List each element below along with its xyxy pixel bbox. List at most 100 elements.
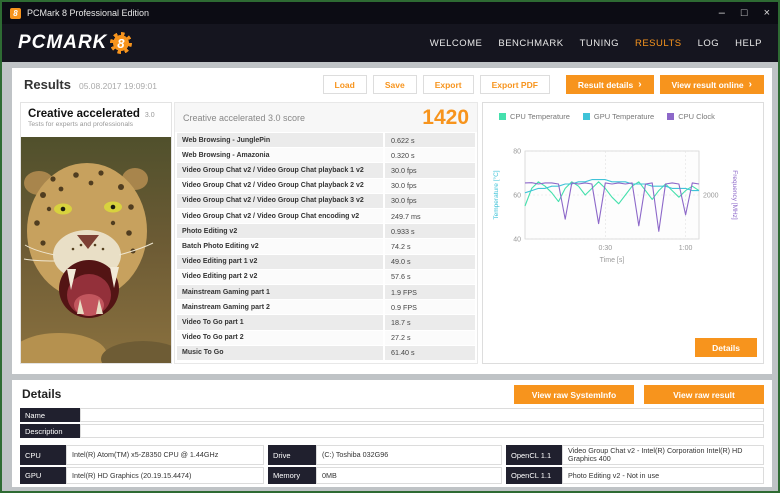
- page-title: Results: [24, 77, 71, 92]
- table-row: Video Group Chat v2 / Video Group Chat p…: [177, 178, 475, 193]
- cpu-row: CPU Intel(R) Atom(TM) x5-Z8350 CPU @ 1.4…: [20, 445, 764, 465]
- table-row: Video Group Chat v2 / Video Group Chat p…: [177, 163, 475, 178]
- test-name: Video Group Chat v2 / Video Group Chat p…: [182, 167, 364, 174]
- test-result: 27.2 s: [383, 330, 475, 345]
- results-toolbar: Load Save Export Export PDF Result detai…: [322, 75, 764, 94]
- table-row: Mainstream Gaming part 2 0.9 FPS: [177, 300, 475, 315]
- monitoring-card: CPU Temperature GPU Temperature CPU Cloc…: [482, 102, 764, 364]
- test-name: Video Group Chat v2 / Video Group Chat e…: [182, 212, 360, 220]
- test-result: 18.7 s: [383, 315, 475, 330]
- table-row: Music To Go 61.40 s: [177, 345, 475, 361]
- test-result: 0.320 s: [383, 148, 475, 163]
- result-timestamp: 05.08.2017 19:09:01: [78, 81, 157, 91]
- memory-value: 0MB: [316, 467, 502, 484]
- chevron-right-icon: ›: [748, 79, 752, 90]
- table-row: Video Editing part 2 v2 57.6 s: [177, 269, 475, 285]
- table-row: Video To Go part 1 18.7 s: [177, 315, 475, 330]
- table-row: Batch Photo Editing v2 74.2 s: [177, 239, 475, 254]
- minimize-icon[interactable]: –: [719, 7, 725, 19]
- nav-item-help[interactable]: HELP: [735, 38, 762, 49]
- leopard-image: [21, 137, 171, 363]
- opencl2-label: OpenCL 1.1: [506, 467, 562, 484]
- view-result-online-button[interactable]: View result online ›: [659, 75, 764, 94]
- score-card: Creative accelerated 3.0 score 1420 Web …: [174, 102, 478, 364]
- score-title: Creative accelerated 3.0 score: [183, 112, 306, 123]
- test-name: Batch Photo Editing v2: [182, 243, 259, 251]
- test-card: Creative accelerated 3.0 Tests for exper…: [20, 102, 172, 364]
- drive-label: Drive: [268, 445, 316, 465]
- test-result: 61.40 s: [383, 345, 475, 361]
- nav-item-tuning[interactable]: TUNING: [580, 38, 619, 49]
- view-raw-result-button[interactable]: View raw result: [644, 385, 764, 404]
- save-button[interactable]: Save: [372, 75, 417, 94]
- legend-item-gpu-temp: GPU Temperature: [582, 112, 654, 121]
- details-rows: Name Description CPU Intel(R) Atom(TM) x…: [20, 408, 764, 486]
- cpu-label: CPU: [20, 445, 66, 465]
- test-result: 0.9 FPS: [383, 300, 475, 315]
- svg-text:Temperature [°C]: Temperature [°C]: [492, 170, 500, 219]
- description-label: Description: [20, 424, 80, 438]
- nav-item-results[interactable]: RESULTS: [635, 38, 682, 49]
- name-row: Name: [20, 408, 764, 422]
- titlebar: 8 PCMark 8 Professional Edition – □ ×: [2, 2, 778, 24]
- chart-legend: CPU Temperature GPU Temperature CPU Cloc…: [483, 103, 763, 121]
- test-result: 57.6 s: [383, 269, 475, 285]
- load-button[interactable]: Load: [322, 75, 367, 94]
- details-panel: Details View raw SystemInfo View raw res…: [12, 380, 772, 487]
- close-icon[interactable]: ×: [764, 7, 770, 19]
- cpu-value: Intel(R) Atom(TM) x5-Z8350 CPU @ 1.44GHz: [66, 445, 264, 465]
- pcmark-logo: PCMARK 8: [18, 32, 133, 54]
- opencl1-value: Video Group Chat v2 - Intel(R) Corporati…: [562, 445, 764, 465]
- test-result: 74.2 s: [383, 239, 475, 254]
- app-icon: 8: [10, 7, 21, 19]
- description-value: [80, 424, 764, 438]
- svg-text:Frequency [MHz]: Frequency [MHz]: [731, 170, 738, 220]
- score-value: 1420: [422, 105, 469, 129]
- gpu-label: GPU: [20, 467, 66, 484]
- legend-item-cpu-temp: CPU Temperature: [499, 112, 570, 121]
- test-result: 0.933 s: [383, 224, 475, 239]
- results-panel: Results 05.08.2017 19:09:01 Load Save Ex…: [12, 68, 772, 374]
- drive-value: (C:) Toshiba 032G96: [316, 445, 502, 465]
- test-name: Photo Editing v2: [182, 227, 238, 235]
- table-row: Video Group Chat v2 / Video Group Chat p…: [177, 193, 475, 209]
- view-raw-systeminfo-button[interactable]: View raw SystemInfo: [514, 385, 634, 404]
- test-name: Video Group Chat v2 / Video Group Chat p…: [182, 197, 364, 205]
- test-name: Mainstream Gaming part 1: [182, 288, 270, 296]
- svg-text:1:00: 1:00: [679, 245, 693, 252]
- nav-item-welcome[interactable]: WELCOME: [430, 38, 483, 49]
- test-name: Video To Go part 1: [182, 319, 244, 327]
- test-card-header: Creative accelerated 3.0 Tests for exper…: [21, 103, 171, 131]
- table-row: Mainstream Gaming part 1 1.9 FPS: [177, 285, 475, 300]
- test-result: 30.0 fps: [383, 163, 475, 178]
- gpu-row: GPU Intel(R) HD Graphics (20.19.15.4474)…: [20, 467, 764, 484]
- test-name: Video Group Chat v2 / Video Group Chat p…: [182, 182, 364, 190]
- score-header: Creative accelerated 3.0 score 1420: [175, 103, 477, 132]
- nav-item-log[interactable]: LOG: [698, 38, 720, 49]
- svg-text:2000: 2000: [703, 193, 719, 200]
- test-name: Video To Go part 2: [182, 334, 244, 342]
- test-name: Web Browsing - Amazonia: [182, 151, 270, 159]
- export-pdf-button[interactable]: Export PDF: [479, 75, 550, 94]
- details-button[interactable]: Details: [695, 338, 757, 357]
- main-nav: PCMARK 8 WELCOME BENCHMARK TUNING RESULT…: [2, 24, 778, 62]
- test-name: Mainstream Gaming part 2: [182, 303, 270, 311]
- maximize-icon[interactable]: □: [741, 7, 748, 19]
- table-row: Photo Editing v2 0.933 s: [177, 224, 475, 239]
- test-subtitle: Tests for experts and professionals: [28, 121, 134, 128]
- details-title: Details: [22, 387, 62, 401]
- test-version: 3.0: [144, 112, 155, 119]
- test-name: Video Editing part 2 v2: [182, 273, 258, 281]
- export-button[interactable]: Export: [422, 75, 474, 94]
- results-header: Results 05.08.2017 19:09:01: [24, 77, 157, 92]
- nav-item-benchmark[interactable]: BENCHMARK: [498, 38, 563, 49]
- memory-label: Memory: [268, 467, 316, 484]
- app-window: 8 PCMark 8 Professional Edition – □ × PC…: [0, 0, 780, 493]
- name-label: Name: [20, 408, 80, 422]
- window-title: PCMark 8 Professional Edition: [27, 8, 150, 18]
- test-result: 249.7 ms: [383, 209, 475, 224]
- details-toolbar: View raw SystemInfo View raw result: [514, 385, 764, 404]
- legend-item-cpu-clock: CPU Clock: [667, 112, 715, 121]
- name-value: [80, 408, 764, 422]
- result-details-button[interactable]: Result details ›: [565, 75, 654, 94]
